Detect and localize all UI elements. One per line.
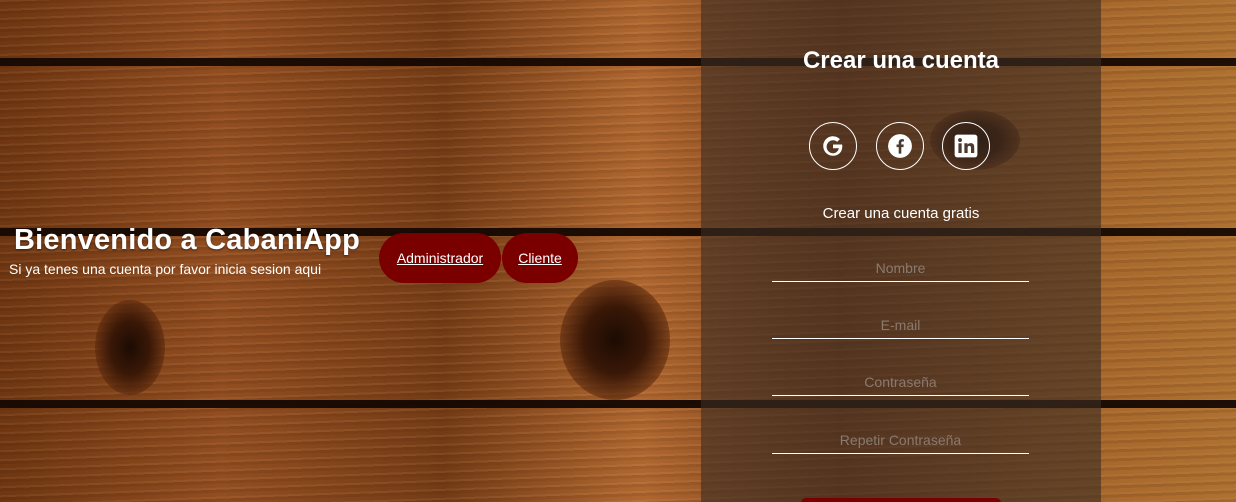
wood-knot <box>560 280 670 400</box>
welcome-title: Bienvenido a CabaniApp <box>14 224 360 256</box>
email-field[interactable] <box>772 311 1029 339</box>
name-field[interactable] <box>772 254 1029 282</box>
facebook-signup-button[interactable] <box>876 122 924 170</box>
linkedin-icon <box>954 134 978 158</box>
signup-title: Crear una cuenta <box>802 47 1000 74</box>
linkedin-signup-button[interactable] <box>942 122 990 170</box>
google-icon <box>823 136 843 156</box>
wood-background: Bienvenido a CabaniApp Si ya tenes una c… <box>0 0 1236 502</box>
signup-panel: Crear una cuenta Crear una cuenta gratis <box>701 0 1101 502</box>
welcome-subtitle: Si ya tenes una cuenta por favor inicia … <box>9 261 322 277</box>
signup-caption: Crear una cuenta gratis <box>822 205 980 222</box>
password-field[interactable] <box>772 368 1029 396</box>
admin-login-button[interactable]: Administrador <box>379 233 501 283</box>
signup-submit-button[interactable] <box>801 498 1001 502</box>
client-login-button[interactable]: Cliente <box>502 233 578 283</box>
facebook-icon <box>888 134 912 158</box>
google-signup-button[interactable] <box>809 122 857 170</box>
repeat-password-field[interactable] <box>772 426 1029 454</box>
wood-knot <box>95 300 165 395</box>
